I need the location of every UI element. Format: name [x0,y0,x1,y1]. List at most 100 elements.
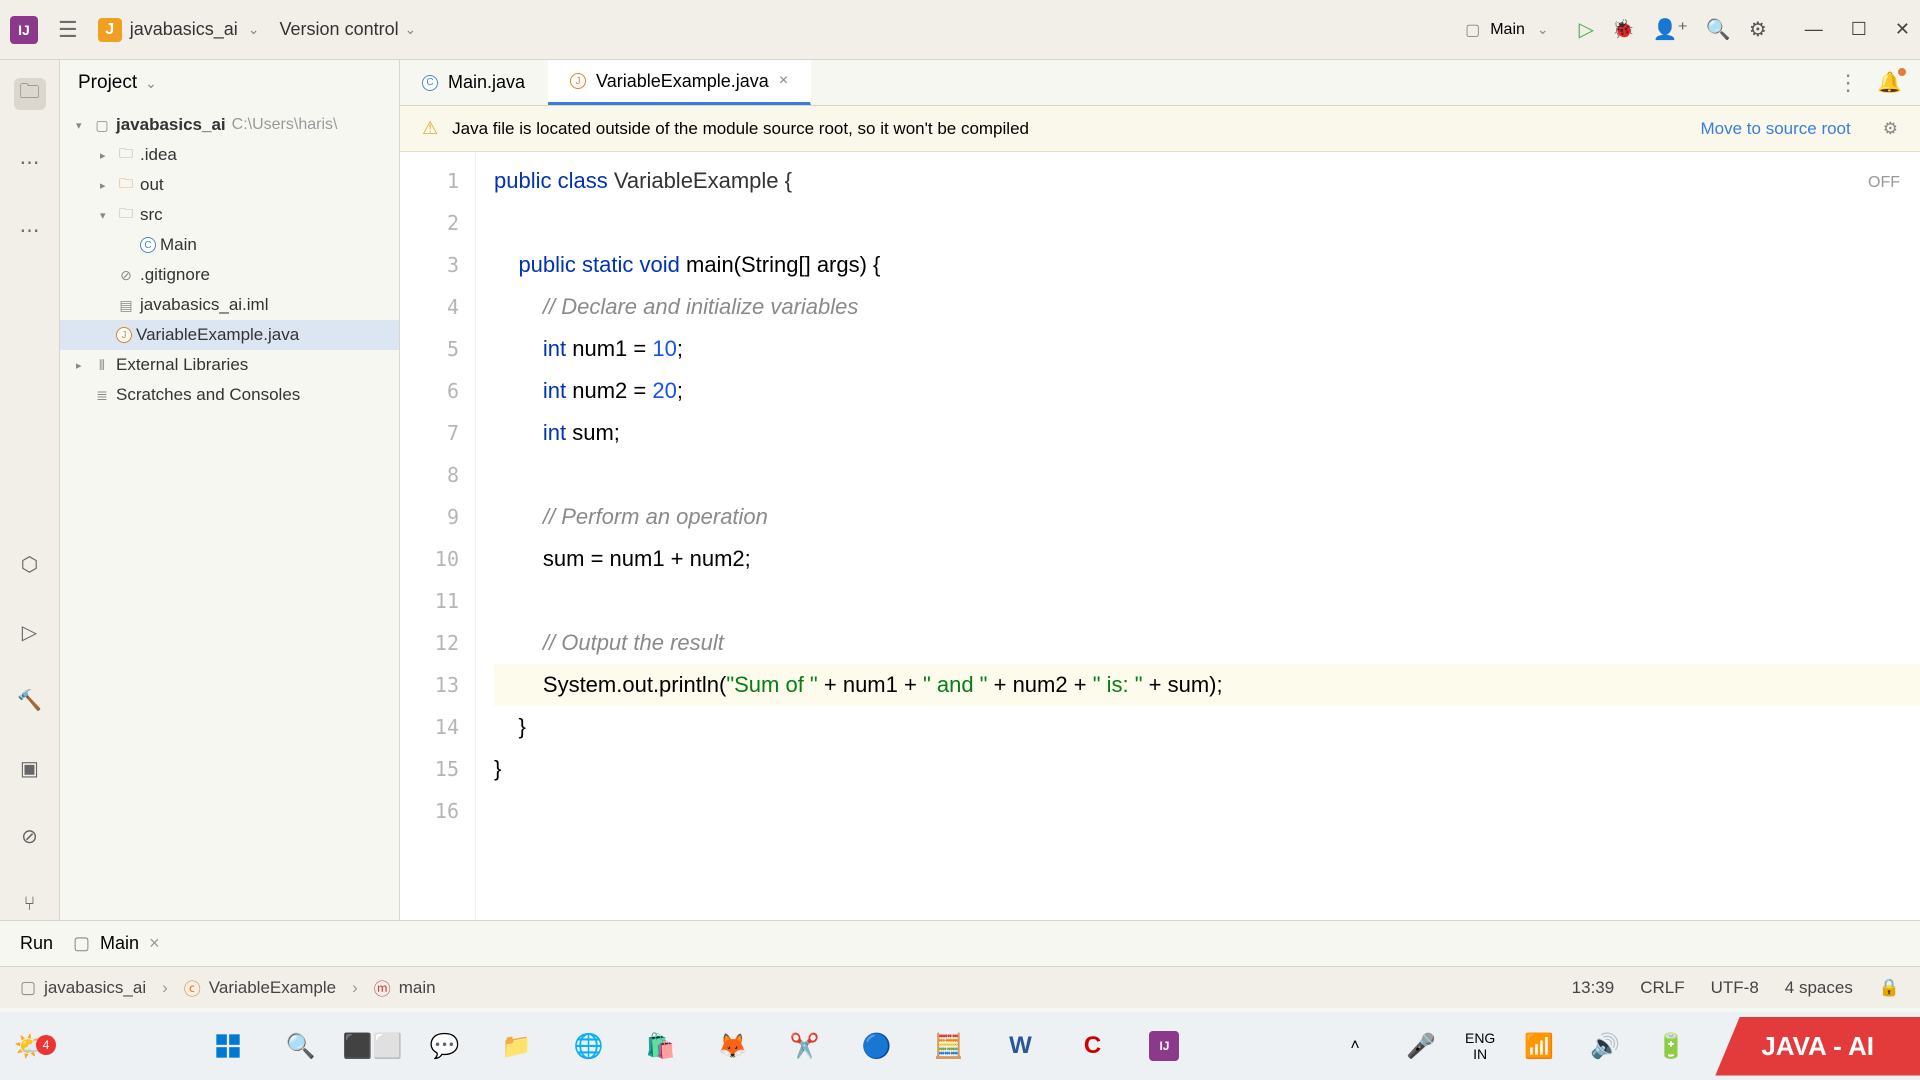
services-tool-icon[interactable]: ⬡ [14,548,46,580]
more-tool-icon[interactable]: ⋯ [14,214,46,246]
tree-file-iml[interactable]: ▤ javabasics_ai.iml [60,290,399,320]
gutter: 1 2 3 4 5 6 7 8 9 10 11 12 13 14 15 16 [400,152,476,920]
cursor-position[interactable]: 13:39 [1572,978,1615,998]
vcs-tool-icon[interactable]: ⑂ [14,888,46,920]
tree-external-libraries[interactable]: ▸ ⫴ External Libraries [60,350,399,380]
project-selector[interactable]: J javabasics_ai ⌄ [98,18,260,42]
teams-icon[interactable]: 💬 [422,1024,466,1068]
tab-label: VariableExample.java [596,71,769,92]
tree-folder-src[interactable]: ▾ 🗀 src [60,200,399,230]
project-tool-icon[interactable]: 🗀 [14,78,46,110]
search-icon[interactable]: 🔍 [278,1024,322,1068]
notifications-icon[interactable]: 🔔 [1877,70,1902,95]
start-icon[interactable] [206,1024,250,1068]
banner-message: Java file is located outside of the modu… [452,119,1029,139]
editor-area: C Main.java J VariableExample.java × ⋮ 🔔… [400,60,1920,920]
terminal-tool-icon[interactable]: ▣ [14,752,46,784]
tree-folder-idea[interactable]: ▸ 🗀 .idea [60,140,399,170]
wifi-icon[interactable]: 📶 [1517,1024,1561,1068]
status-bar: ▢javabasics_ai › ⓒVariableExample › ⓜmai… [0,966,1920,1008]
file-explorer-icon[interactable]: 📁 [494,1024,538,1068]
class-icon: C [422,75,438,91]
run-icon[interactable]: ▷ [1579,17,1594,42]
line-separator[interactable]: CRLF [1640,978,1684,998]
java-file-icon: J [116,327,132,343]
search-icon[interactable]: 🔍 [1706,17,1731,42]
mic-icon[interactable]: 🎤 [1399,1024,1443,1068]
structure-tool-icon[interactable]: ⋯ [14,146,46,178]
breadcrumb[interactable]: ▢javabasics_ai › ⓒVariableExample › ⓜmai… [20,975,436,1000]
tree-folder-out[interactable]: ▸ 🗀 out [60,170,399,200]
tree-project-root[interactable]: ▾ ▢ javabasics_ai C:\Users\haris\ [60,110,399,140]
debug-icon[interactable]: 🐞 [1612,19,1634,40]
inspections-badge[interactable]: OFF [1868,162,1900,204]
edge-icon[interactable]: 🌐 [566,1024,610,1068]
tray-expand-icon[interactable]: ˄ [1333,1024,1377,1068]
run-config-label: Main [1490,21,1525,39]
run-tool-icon[interactable]: ▷ [14,616,46,648]
firefox-icon[interactable]: 🦊 [710,1024,754,1068]
tree-class-main[interactable]: C Main [60,230,399,260]
language-indicator[interactable]: ENGIN [1465,1030,1495,1062]
tab-main-java[interactable]: C Main.java [400,60,548,105]
battery-icon[interactable]: 🔋 [1649,1024,1693,1068]
snip-icon[interactable]: ✂️ [782,1024,826,1068]
calculator-icon[interactable]: 🧮 [926,1024,970,1068]
main-area: 🗀 ⋯ ⋯ ⬡ ▷ 🔨 ▣ ⊘ ⑂ Project ⌄ ▾ ▢ javabasi… [0,60,1920,920]
code-editor[interactable]: 1 2 3 4 5 6 7 8 9 10 11 12 13 14 15 16 O… [400,152,1920,920]
tree-scratches[interactable]: ≣ Scratches and Consoles [60,380,399,410]
chevron-down-icon: ⌄ [145,75,157,92]
readonly-lock-icon[interactable]: 🔒 [1879,978,1900,998]
run-tool-title[interactable]: Run [20,933,53,954]
camtasia-icon[interactable]: C [1070,1024,1114,1068]
tree-file-variable-example[interactable]: J VariableExample.java [60,320,399,350]
banner-settings-icon[interactable]: ⚙ [1883,119,1898,139]
system-tray: ˄ 🎤 ENGIN 📶 🔊 🔋 JAVA - AI [1333,1017,1920,1076]
module-icon: ▢ [1465,20,1480,40]
close-tab-icon[interactable]: × [779,72,788,90]
banner-action-link[interactable]: Move to source root [1701,119,1851,139]
tabs-actions: ⋮ 🔔 [1837,60,1920,105]
task-view-icon[interactable]: ⬛⬜ [350,1024,394,1068]
editor-tabs: C Main.java J VariableExample.java × ⋮ 🔔 [400,60,1920,106]
settings-icon[interactable]: ⚙ [1749,17,1767,42]
titlebar: IJ ☰ J javabasics_ai ⌄ Version control ⌄… [0,0,1920,60]
window-controls: — ☐ ✕ [1805,19,1910,40]
status-right: 13:39 CRLF UTF-8 4 spaces 🔒 [1572,978,1900,998]
run-tool-window-header: Run ▢ Main × [0,920,1920,966]
vcs-label: Version control [280,19,399,40]
left-tool-rail: 🗀 ⋯ ⋯ ⬡ ▷ 🔨 ▣ ⊘ ⑂ [0,60,60,920]
hamburger-icon[interactable]: ☰ [58,17,78,43]
maximize-icon[interactable]: ☐ [1851,19,1867,40]
tab-options-icon[interactable]: ⋮ [1837,70,1859,96]
app-icon[interactable]: IJ [10,16,38,44]
project-panel-header[interactable]: Project ⌄ [60,60,399,106]
run-tab-main[interactable]: ▢ Main × [73,933,160,954]
chrome-icon[interactable]: 🔵 [854,1024,898,1068]
run-config-selector[interactable]: ▢ Main ⌄ [1453,16,1561,44]
taskbar-center: 🔍 ⬛⬜ 💬 📁 🌐 🛍️ 🦊 ✂️ 🔵 🧮 W C IJ [60,1024,1333,1068]
warning-banner: ⚠ Java file is located outside of the mo… [400,106,1920,152]
build-tool-icon[interactable]: 🔨 [14,684,46,716]
taskbar-weather[interactable]: 🌤️ 4 [0,1031,60,1062]
tree-file-gitignore[interactable]: ⊘ .gitignore [60,260,399,290]
project-badge-icon: J [98,18,122,42]
minimize-icon[interactable]: — [1805,19,1823,40]
word-icon[interactable]: W [998,1024,1042,1068]
close-tab-icon[interactable]: × [149,933,160,954]
code-content[interactable]: OFF public class VariableExample { publi… [476,152,1920,920]
store-icon[interactable]: 🛍️ [638,1024,682,1068]
warning-icon: ⚠ [422,118,438,139]
titlebar-left: IJ ☰ J javabasics_ai ⌄ Version control ⌄ [10,16,416,44]
tab-variable-example[interactable]: J VariableExample.java × [548,60,811,105]
indent[interactable]: 4 spaces [1785,978,1853,998]
intellij-icon[interactable]: IJ [1142,1024,1186,1068]
run-tab-label: Main [100,933,139,954]
version-control-menu[interactable]: Version control ⌄ [280,19,417,40]
close-icon[interactable]: ✕ [1895,19,1910,40]
volume-icon[interactable]: 🔊 [1583,1024,1627,1068]
code-with-me-icon[interactable]: 👤⁺ [1652,17,1687,42]
encoding[interactable]: UTF-8 [1711,978,1759,998]
project-panel-title: Project [78,72,137,94]
problems-tool-icon[interactable]: ⊘ [14,820,46,852]
